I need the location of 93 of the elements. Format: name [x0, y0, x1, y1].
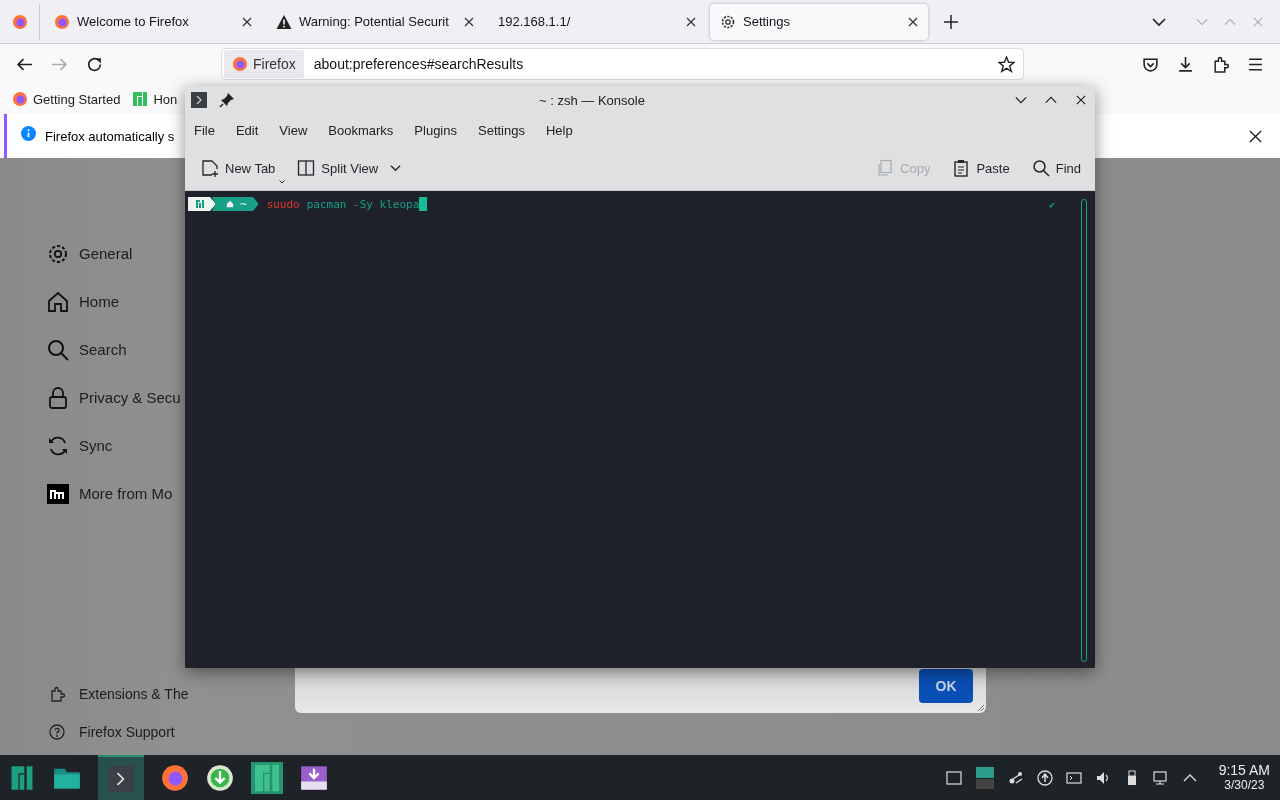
category-item[interactable]: General: [46, 238, 133, 269]
new-tab-icon[interactable]: [944, 14, 958, 29]
toolbar-button[interactable]: New Tab: [201, 159, 276, 177]
close-icon[interactable]: [242, 16, 252, 27]
clock-time[interactable]: 9:15 AM: [1218, 762, 1270, 778]
bookmark-item[interactable]: Getting Started: [12, 91, 121, 107]
installer-icon[interactable]: [300, 763, 328, 792]
download-icon[interactable]: [206, 763, 234, 792]
network-icon[interactable]: [1152, 769, 1169, 786]
warning-icon: [276, 13, 292, 30]
desktop-icon[interactable]: [945, 769, 962, 786]
menu-item[interactable]: Bookmarks: [328, 122, 394, 138]
console-icon[interactable]: [1065, 769, 1082, 786]
toolbar-button[interactable]: Paste: [952, 159, 1010, 177]
maximize-icon[interactable]: [1045, 95, 1057, 105]
copy-icon: [876, 159, 895, 177]
reload-icon[interactable]: [86, 55, 103, 73]
lock-icon: [46, 385, 70, 410]
scrollbar[interactable]: [1081, 199, 1087, 662]
close-icon[interactable]: [908, 16, 918, 27]
clipboard-icon: [952, 159, 971, 177]
text-cursor: [419, 197, 428, 211]
status-mark: ✔: [1048, 198, 1055, 210]
firefox-icon: [54, 13, 70, 30]
star-icon[interactable]: [998, 55, 1015, 73]
network-share-icon[interactable]: [1007, 769, 1024, 786]
caret-icon: [390, 164, 402, 172]
command-text: suudo: [266, 197, 300, 211]
close-icon[interactable]: [1075, 95, 1087, 105]
gear-icon: [720, 13, 736, 30]
firefox-icon: [11, 13, 28, 30]
pocket-icon[interactable]: [1142, 55, 1159, 73]
bookmark-item[interactable]: Hon: [132, 91, 178, 107]
toolbar-button[interactable]: Find: [1031, 159, 1081, 177]
caret-icon: [279, 180, 285, 184]
pager-icon[interactable]: [974, 765, 995, 790]
notification-text: Firefox automatically s: [45, 128, 175, 144]
address-bar[interactable]: Firefox about:preferences#searchResults: [221, 48, 1024, 80]
menu-item[interactable]: File: [194, 122, 215, 138]
category-item[interactable]: Home: [46, 286, 119, 317]
menu-item[interactable]: Edit: [235, 122, 259, 138]
category-item[interactable]: More from Mo: [46, 478, 173, 509]
clock-date[interactable]: 3/30/23: [1224, 777, 1265, 793]
terminal-icon: [191, 92, 207, 108]
identity-label: Firefox: [253, 56, 296, 72]
menu-item[interactable]: View: [279, 122, 308, 138]
category-item[interactable]: Search: [46, 334, 127, 365]
puzzle-icon: [49, 686, 65, 702]
category-item[interactable]: Sync: [46, 430, 113, 461]
menu-item[interactable]: Settings: [478, 122, 525, 138]
update-icon[interactable]: [1036, 769, 1053, 786]
toolbar-button[interactable]: Split View: [297, 159, 402, 177]
download-icon[interactable]: [1177, 55, 1194, 73]
close-icon[interactable]: [464, 16, 474, 27]
category-item[interactable]: Privacy & Secu: [46, 382, 181, 413]
search-icon: [1031, 159, 1050, 177]
menu-icon[interactable]: [1247, 55, 1264, 73]
browser-tab[interactable]: Settings: [710, 3, 928, 40]
browser-tab[interactable]: Warning: Potential Securit: [266, 3, 484, 40]
resize-grip-icon[interactable]: [977, 704, 985, 712]
tab-list-icon[interactable]: [1152, 16, 1166, 27]
close-icon[interactable]: [1249, 129, 1262, 143]
split-view-icon: [297, 159, 316, 177]
puzzle-icon[interactable]: [1212, 55, 1229, 73]
minimize-icon[interactable]: [1015, 95, 1027, 105]
firefox-icon: [12, 91, 28, 107]
prompt-directory: ~: [212, 197, 259, 211]
terminal-task[interactable]: [98, 755, 144, 800]
window-title: ~ : zsh — Konsole: [538, 92, 646, 108]
home-icon: [226, 200, 234, 208]
search-icon: [46, 337, 70, 362]
manjaro-icon: [132, 91, 149, 107]
new-tab-icon: [201, 159, 219, 177]
pin-icon[interactable]: [219, 92, 235, 108]
home-icon: [46, 289, 70, 314]
footer-link[interactable]: Extensions & The: [49, 683, 189, 705]
manjaro-icon[interactable]: [251, 761, 283, 794]
firefox-icon: [232, 56, 248, 72]
footer-link[interactable]: Firefox Support: [49, 721, 175, 743]
command-text: pacman -Sy kleopa: [306, 197, 420, 211]
menu-item[interactable]: Help: [545, 122, 573, 138]
mozilla-icon: [46, 481, 70, 506]
url-text: about:preferences#searchResults: [313, 56, 524, 72]
ok-button[interactable]: OK: [919, 669, 973, 703]
help-icon: [49, 724, 65, 740]
browser-tab[interactable]: Welcome to Firefox: [44, 3, 262, 40]
browser-tab[interactable]: 192.168.1.1/: [488, 3, 706, 40]
identity-box[interactable]: Firefox: [224, 50, 304, 78]
info-icon: [21, 125, 36, 141]
menu-item[interactable]: Plugins: [414, 122, 457, 138]
close-icon[interactable]: [686, 16, 696, 27]
firefox-icon[interactable]: [161, 763, 189, 792]
terminal-icon: [107, 764, 135, 793]
